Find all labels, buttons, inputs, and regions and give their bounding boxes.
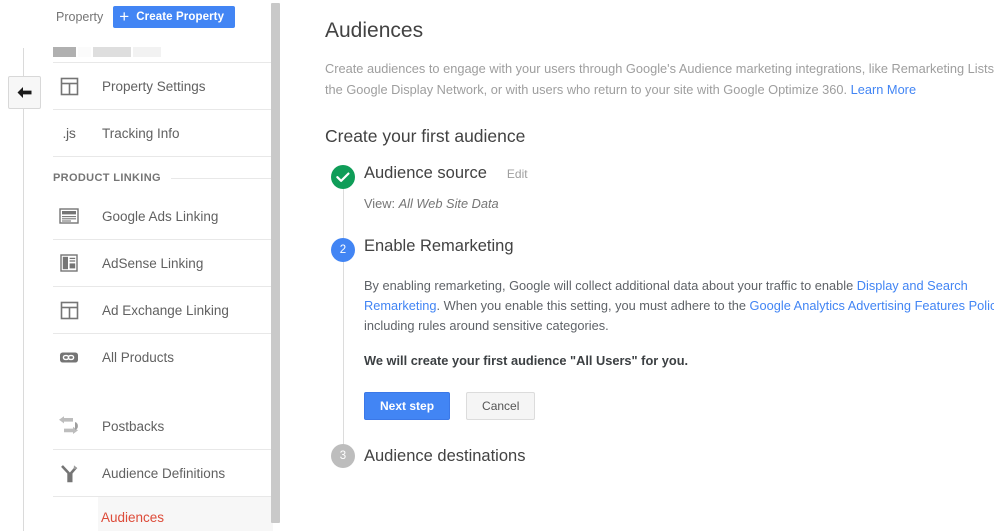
main-content: Audiences Create audiences to engage wit… [290, 0, 994, 531]
analytics-admin-page: Property + Create Property Property Sett… [0, 0, 994, 531]
check-icon [336, 172, 350, 183]
step-audience-source: Audience source Edit View: All Web Site … [325, 164, 994, 239]
first-audience-note: We will create your first audience "All … [364, 353, 689, 368]
sidebar-item-audience-definitions[interactable]: Audience Definitions [53, 450, 273, 496]
back-button[interactable] [8, 76, 41, 109]
sidebar-scrollbar-thumb[interactable] [271, 3, 280, 523]
view-value: All Web Site Data [398, 196, 499, 211]
sidebar-item-label: Audience Definitions [102, 465, 226, 481]
cancel-button[interactable]: Cancel [466, 392, 536, 420]
plus-icon: + [119, 6, 130, 26]
sidebar-item-label: Google Ads Linking [102, 208, 219, 224]
js-icon: .js [62, 125, 76, 141]
sidebar-item-label: Property Settings [102, 78, 206, 94]
sidebar-nav: Property Settings .js Tracking Info PROD… [53, 62, 273, 531]
page-description-line2-wrap: the Google Display Network, or with user… [325, 79, 994, 100]
step-connector-line [343, 188, 344, 239]
property-label: Property [56, 10, 104, 24]
section-heading-label: PRODUCT LINKING [53, 172, 161, 184]
page-description-line1: Create audiences to engage with your use… [325, 61, 994, 76]
step-badge-active: 2 [331, 238, 355, 262]
adsense-icon [56, 250, 82, 276]
create-property-button[interactable]: + Create Property [113, 6, 236, 28]
step-title: Audience source [364, 164, 487, 182]
page-title: Audiences [325, 19, 424, 42]
step-header: Audience destinations [364, 443, 994, 469]
sidebar-item-tracking-info[interactable]: .js Tracking Info [53, 110, 273, 156]
sidebar-item-all-products[interactable]: All Products [53, 334, 273, 380]
sidebar-item-label: AdSense Linking [102, 255, 204, 271]
remarketing-paragraph: By enabling remarketing, Google will col… [364, 276, 994, 336]
sidebar-item-adsense-linking[interactable]: AdSense Linking [53, 240, 273, 286]
ad-exchange-icon [56, 297, 82, 323]
link-chain-icon [56, 344, 82, 370]
section-heading-rule [170, 177, 273, 179]
advertising-features-policy-link[interactable]: Google Analytics Advertising Features Po… [750, 298, 994, 313]
sidebar-item-google-ads-linking[interactable]: Google Ads Linking [53, 193, 273, 239]
step-audience-destinations: 3 Audience destinations [325, 443, 994, 473]
postbacks-arrows-icon [56, 413, 82, 439]
step-enable-remarketing: 2 Enable Remarketing By enabling remarke… [325, 237, 994, 445]
sidebar-rail-line [23, 48, 24, 531]
step-title: Audience destinations [364, 446, 526, 465]
sidebar-item-label: Ad Exchange Linking [102, 302, 229, 318]
step-subtext: View: All Web Site Data [364, 196, 994, 237]
property-header: Property + Create Property [56, 5, 236, 29]
learn-more-link[interactable]: Learn More [851, 82, 916, 97]
sidebar-item-property-settings[interactable]: Property Settings [53, 63, 273, 109]
step-badge-idle: 3 [331, 444, 355, 468]
view-prefix: View: [364, 196, 399, 211]
step-header: Enable Remarketing [364, 237, 994, 263]
step-title: Enable Remarketing [364, 237, 514, 255]
sidebar-section-heading: PRODUCT LINKING [53, 157, 273, 193]
audience-stepper: Audience source Edit View: All Web Site … [325, 164, 994, 473]
step-header: Audience source Edit [364, 164, 994, 190]
redacted-property-name [53, 47, 161, 57]
page-description-line2: the Google Display Network, or with user… [325, 82, 851, 97]
para-text-1: By enabling remarketing, Google will col… [364, 278, 857, 293]
sidebar-item-label: All Products [102, 349, 175, 365]
sidebar-subitem-label: Audiences [101, 509, 165, 525]
google-ads-icon [56, 203, 82, 229]
page-description: Create audiences to engage with your use… [325, 58, 994, 100]
para-text-2: . When you enable this setting, you must… [436, 298, 750, 313]
sidebar-item-ad-exchange-linking[interactable]: Ad Exchange Linking [53, 287, 273, 333]
sidebar-item-label: Postbacks [102, 418, 165, 434]
step-button-row: Next step Cancel [364, 392, 994, 443]
sidebar-subitem-audiences[interactable]: Audiences [98, 497, 273, 531]
step-badge-complete [331, 165, 355, 189]
admin-sidebar: Property + Create Property Property Sett… [0, 0, 290, 531]
sidebar-item-postbacks[interactable]: Postbacks [53, 403, 273, 449]
next-step-button[interactable]: Next step [364, 392, 451, 420]
edit-link[interactable]: Edit [507, 167, 528, 181]
section-title: Create your first audience [325, 126, 526, 146]
property-settings-icon [56, 73, 82, 99]
step-connector-line [343, 261, 344, 445]
back-arrow-icon [16, 86, 33, 100]
sidebar-scrollbar-track[interactable] [271, 0, 285, 531]
sidebar-item-label: Tracking Info [102, 125, 180, 141]
create-property-label: Create Property [136, 11, 225, 23]
audience-definitions-icon [56, 460, 82, 486]
